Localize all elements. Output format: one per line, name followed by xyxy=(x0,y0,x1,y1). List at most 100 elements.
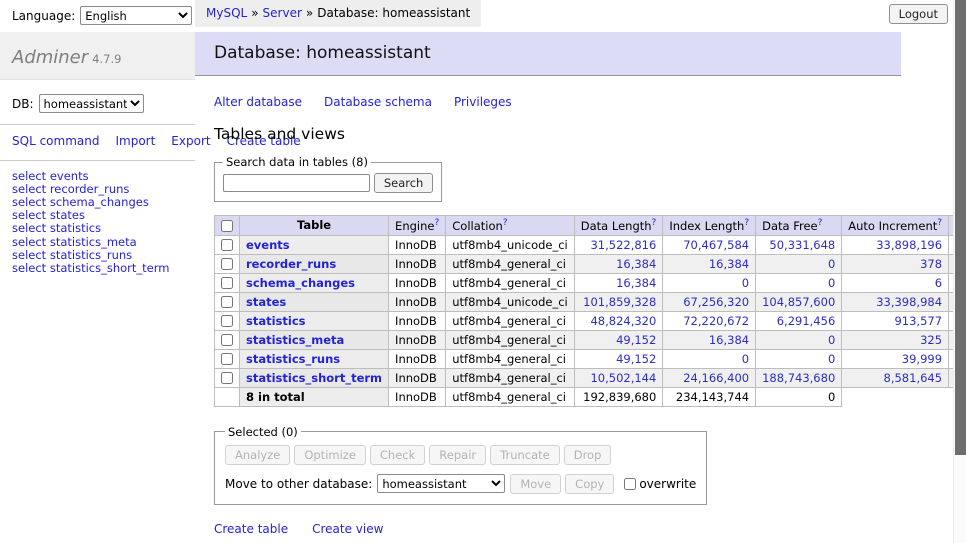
move-label: Move to other database: xyxy=(225,477,372,491)
data-length-cell: 16,384 xyxy=(574,254,663,273)
table-link-states[interactable]: states xyxy=(246,295,286,309)
data-free-value[interactable]: 0 xyxy=(828,257,835,271)
index-length-value[interactable]: 0 xyxy=(742,352,749,366)
data-free-value[interactable]: 6,291,456 xyxy=(777,314,836,328)
sidebar-item-select-statistics-short-term[interactable]: select statistics_short_term xyxy=(12,262,183,275)
auto-increment-value[interactable]: 8,581,645 xyxy=(884,371,943,385)
collation-cell: utf8mb4_general_ci xyxy=(446,368,575,387)
language-select[interactable]: English xyxy=(80,6,192,25)
scrollbar-thumb[interactable] xyxy=(955,0,966,455)
row-checkbox-recorder_runs[interactable] xyxy=(221,258,233,270)
data-length-value[interactable]: 49,152 xyxy=(616,333,656,347)
row-checkbox-statistics_short_term[interactable] xyxy=(221,372,233,384)
data-free-value[interactable]: 0 xyxy=(828,333,835,347)
table-link-events[interactable]: events xyxy=(246,238,290,252)
data-free-value[interactable]: 0 xyxy=(828,352,835,366)
tables-heading: Tables and views xyxy=(214,125,901,143)
table-link-statistics[interactable]: statistics xyxy=(246,314,306,328)
auto-increment-value[interactable]: 325 xyxy=(920,333,942,347)
data-length-value[interactable]: 31,522,816 xyxy=(590,238,656,252)
row-checkbox-statistics_meta[interactable] xyxy=(221,334,233,346)
column-help-link[interactable]: ? xyxy=(652,218,657,228)
db-link-privileges[interactable]: Privileges xyxy=(454,95,512,109)
column-header-data-length: Data Length? xyxy=(574,216,663,236)
column-help-link[interactable]: ? xyxy=(744,218,749,228)
auto-increment-value[interactable]: 378 xyxy=(920,257,942,271)
row-checkbox-statistics[interactable] xyxy=(221,315,233,327)
row-checkbox-events[interactable] xyxy=(221,239,233,251)
auto-increment-value[interactable]: 39,999 xyxy=(902,352,942,366)
table-row-schema_changes: schema_changesInnoDButf8mb4_general_ci16… xyxy=(215,273,966,292)
index-length-value[interactable]: 24,166,400 xyxy=(683,371,749,385)
select-all-cell xyxy=(215,216,240,236)
engine-cell: InnoDB xyxy=(389,235,446,254)
row-checkbox-states[interactable] xyxy=(221,296,233,308)
row-checkbox-statistics_runs[interactable] xyxy=(221,353,233,365)
breadcrumb: MySQL»Server»Database: homeassistant xyxy=(195,0,481,27)
link-create-view[interactable]: Create view xyxy=(312,522,383,536)
engine-cell: InnoDB xyxy=(389,254,446,273)
column-help: ? xyxy=(937,218,942,228)
breadcrumb-mysql-link[interactable]: MySQL xyxy=(206,6,247,20)
db-link-alter-database[interactable]: Alter database xyxy=(214,95,302,109)
table-name-cell: schema_changes xyxy=(240,273,389,292)
auto-increment-value[interactable]: 33,398,984 xyxy=(876,295,942,309)
data-length-cell: 16,384 xyxy=(574,273,663,292)
select-all-checkbox[interactable] xyxy=(221,220,233,232)
column-help-link[interactable]: ? xyxy=(434,218,439,228)
data-length-value[interactable]: 16,384 xyxy=(616,257,656,271)
index-length-value[interactable]: 72,220,672 xyxy=(683,314,749,328)
column-help-link[interactable]: ? xyxy=(937,218,942,228)
auto-increment-cell: 378 xyxy=(842,254,949,273)
index-length-value[interactable]: 67,256,320 xyxy=(683,295,749,309)
data-length-value[interactable]: 16,384 xyxy=(616,276,656,290)
auto-increment-value[interactable]: 33,898,196 xyxy=(876,238,942,252)
sidebar-link-sql-command[interactable]: SQL command xyxy=(12,134,99,148)
sidebar-item-select-events[interactable]: select events xyxy=(12,170,183,183)
move-db-select[interactable]: homeassistant xyxy=(377,474,505,493)
db-select[interactable]: homeassistant xyxy=(39,94,144,113)
table-link-schema_changes[interactable]: schema_changes xyxy=(246,276,355,290)
index-length-value[interactable]: 16,384 xyxy=(709,333,749,347)
logout-button[interactable]: Logout xyxy=(889,4,948,24)
column-help-link[interactable]: ? xyxy=(818,218,823,228)
table-link-statistics_meta[interactable]: statistics_meta xyxy=(246,333,344,347)
auto-increment-value[interactable]: 913,577 xyxy=(894,314,942,328)
index-length-value[interactable]: 16,384 xyxy=(709,257,749,271)
row-checkbox-cell xyxy=(215,311,240,330)
data-length-value[interactable]: 48,824,320 xyxy=(590,314,656,328)
table-row-statistics_meta: statistics_metaInnoDButf8mb4_general_ci4… xyxy=(215,330,966,349)
data-length-value[interactable]: 101,859,328 xyxy=(583,295,656,309)
sidebar-item-select-statistics-meta[interactable]: select statistics_meta xyxy=(12,236,183,249)
overwrite-checkbox[interactable] xyxy=(624,478,636,490)
row-checkbox-schema_changes[interactable] xyxy=(221,277,233,289)
sidebar-item-select-statistics[interactable]: select statistics xyxy=(12,222,183,235)
sidebar-link-import[interactable]: Import xyxy=(115,134,155,148)
data-free-value[interactable]: 104,857,600 xyxy=(762,295,835,309)
table-link-statistics_runs[interactable]: statistics_runs xyxy=(246,352,340,366)
engine-cell: InnoDB xyxy=(389,292,446,311)
db-link-database-schema[interactable]: Database schema xyxy=(324,95,432,109)
db-select-row: DB:homeassistant xyxy=(0,94,195,125)
table-link-statistics_short_term[interactable]: statistics_short_term xyxy=(246,371,382,385)
breadcrumb-server-link[interactable]: Server xyxy=(263,6,302,20)
row-checkbox-cell xyxy=(215,254,240,273)
auto-increment-value[interactable]: 6 xyxy=(935,276,942,290)
table-link-recorder_runs[interactable]: recorder_runs xyxy=(246,257,336,271)
total-data-length-cell: 192,839,680 xyxy=(574,387,663,406)
index-length-cell: 16,384 xyxy=(663,330,756,349)
search-button[interactable]: Search xyxy=(374,173,434,193)
index-length-value[interactable]: 0 xyxy=(742,276,749,290)
link-create-table[interactable]: Create table xyxy=(214,522,288,536)
index-length-value[interactable]: 70,467,584 xyxy=(683,238,749,252)
column-help-link[interactable]: ? xyxy=(503,218,508,228)
scrollbar-track[interactable] xyxy=(953,0,966,543)
search-input[interactable] xyxy=(223,174,370,192)
data-free-value[interactable]: 50,331,648 xyxy=(769,238,835,252)
data-free-value[interactable]: 188,743,680 xyxy=(762,371,835,385)
data-length-value[interactable]: 49,152 xyxy=(616,352,656,366)
table-name-cell: statistics xyxy=(240,311,389,330)
data-free-value[interactable]: 0 xyxy=(828,276,835,290)
row-checkbox-cell xyxy=(215,330,240,349)
data-length-value[interactable]: 10,502,144 xyxy=(590,371,656,385)
